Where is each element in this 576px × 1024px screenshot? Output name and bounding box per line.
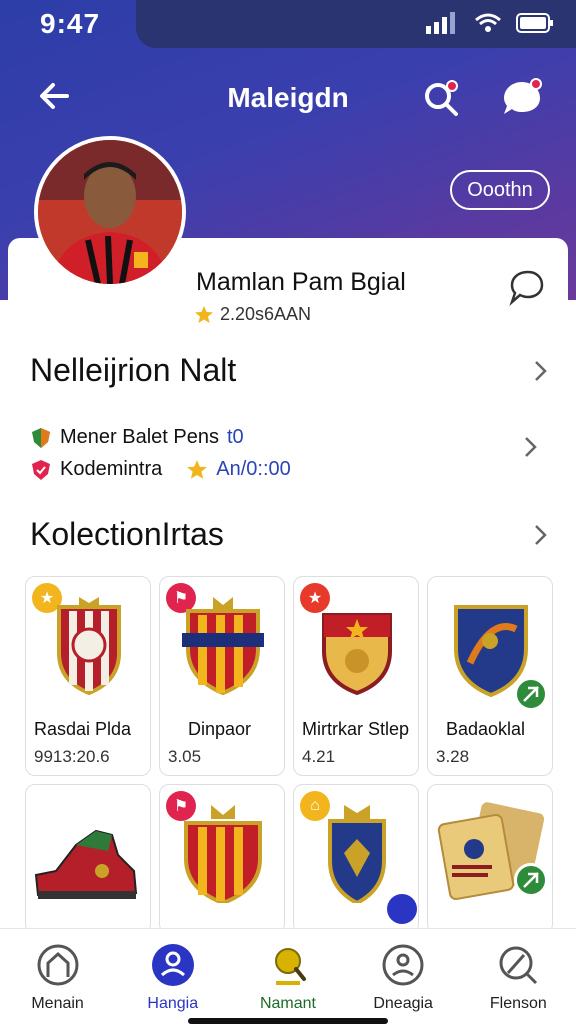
- squad-icon: [382, 944, 424, 986]
- search-icon: [499, 946, 538, 985]
- stat-row: Mener Balet Pens t0: [30, 426, 244, 449]
- tile-value: 3.05: [168, 747, 202, 766]
- section-header[interactable]: KolectionIrtas: [30, 516, 550, 553]
- messages-button[interactable]: [500, 76, 546, 120]
- circle-marker-icon: [387, 894, 417, 924]
- follow-button[interactable]: Ooothn: [450, 170, 550, 210]
- section-header[interactable]: Nelleijrion Nalt: [30, 352, 550, 389]
- chevron-right-icon: [535, 524, 547, 545]
- collection-tile[interactable]: ★ Rasdai Plda 9913:20.6: [25, 576, 151, 776]
- nav-label: Menain: [31, 995, 84, 1012]
- avatar[interactable]: [34, 136, 186, 288]
- badge-icon: [32, 459, 50, 480]
- tile-value: 9913:20.6: [34, 747, 110, 766]
- profile-rating: 2.20s6AAN: [194, 304, 311, 325]
- chevron-right-icon: [535, 360, 547, 381]
- collection-tile[interactable]: [427, 784, 553, 934]
- nav-label: Flenson: [489, 995, 547, 1012]
- nav-item-home[interactable]: Menain: [0, 929, 115, 1024]
- collection-tile[interactable]: Badaoklal 3.28: [427, 576, 553, 776]
- profile-message-button[interactable]: [506, 268, 546, 308]
- nav-label: Hangia: [147, 995, 199, 1012]
- shield-icon: [32, 427, 50, 448]
- wifi-icon: [475, 13, 501, 32]
- section-title: Nelleijrion Nalt: [30, 352, 237, 388]
- status-bar: 9:47: [0, 0, 576, 48]
- profile-icon: [151, 944, 194, 986]
- trophy-icon: [274, 948, 306, 985]
- tile-name: Mirtrkar Stlep: [302, 719, 410, 739]
- page-title: Maleigdn: [227, 82, 349, 113]
- home-icon: [37, 944, 79, 986]
- tile-value: 3.28: [436, 747, 470, 766]
- collection-tile[interactable]: ⚑: [159, 784, 285, 934]
- club-crest-image: [57, 597, 121, 696]
- nav-item-trophy[interactable]: Namant: [230, 929, 345, 1024]
- tile-value: 4.21: [302, 747, 336, 766]
- star-icon: [195, 305, 213, 323]
- rating-value: 2.20s6AAN: [220, 304, 312, 324]
- status-icons: [426, 12, 554, 34]
- collection-tile[interactable]: ★ Mirtrkar Stlep 4.21: [293, 576, 419, 776]
- tile-name: Dinpaor: [188, 719, 252, 739]
- battery-icon: [516, 13, 553, 33]
- stat-value: An/0::00: [216, 458, 291, 480]
- club-crest-image: [328, 805, 386, 903]
- tile-name: Rasdai Plda: [34, 719, 132, 739]
- verified-icon: [514, 863, 548, 897]
- status-time: 9:47: [40, 8, 101, 39]
- collection-tile[interactable]: ⌂: [293, 784, 419, 934]
- notification-dot: [446, 80, 458, 92]
- tile-name: Badaoklal: [446, 719, 526, 739]
- player-photo: [38, 140, 182, 284]
- collection-tile[interactable]: ⚑ Dinpaor 3.05: [159, 576, 285, 776]
- notification-dot: [530, 78, 542, 90]
- search-button[interactable]: [420, 76, 464, 120]
- club-crest-image: [184, 805, 262, 903]
- boot-image: [34, 829, 138, 899]
- star-icon: [187, 459, 208, 479]
- collection-tile[interactable]: [25, 784, 151, 934]
- stats-chevron-row[interactable]: [520, 432, 550, 462]
- speech-bubble-icon: [509, 270, 544, 306]
- stat-label: Mener Balet Pens: [60, 426, 219, 448]
- club-crest-image: [322, 613, 392, 696]
- nav-label: Namant: [259, 995, 316, 1012]
- nav-item-squad[interactable]: Dneagia: [346, 929, 461, 1024]
- verified-icon: [514, 677, 548, 711]
- profile-name: Mamlan Pam Bgial: [196, 268, 406, 296]
- signal-icon: [426, 12, 455, 34]
- stat-row: Kodemintra An/0::00: [30, 458, 291, 481]
- stat-label: Kodemintra: [60, 458, 163, 480]
- section-title: KolectionIrtas: [30, 516, 224, 552]
- stat-value: t0: [226, 426, 244, 448]
- chevron-right-icon: [525, 437, 537, 457]
- bottom-nav: Menain Hangia Namant Dneagia Flenson: [0, 928, 576, 1024]
- nav-item-search[interactable]: Flenson: [461, 929, 576, 1024]
- top-bar: Maleigdn: [0, 70, 576, 126]
- club-crest-image: [182, 597, 264, 696]
- home-indicator: [188, 1018, 388, 1024]
- nav-label: Dneagia: [373, 995, 433, 1012]
- nav-item-profile[interactable]: Hangia: [115, 929, 230, 1024]
